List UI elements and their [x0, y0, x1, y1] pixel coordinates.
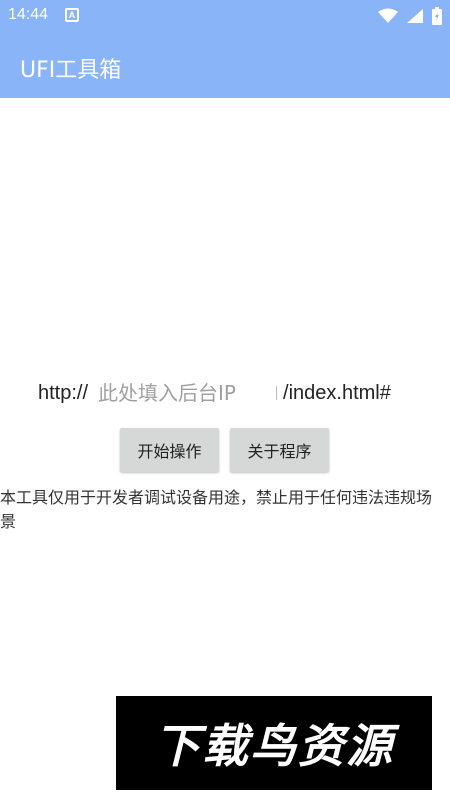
disclaimer-text: 本工具仅用于开发者调试设备用途，禁止用于任何违法违规场景: [0, 488, 433, 531]
url-suffix: /index.html#: [283, 381, 391, 404]
url-prefix: http://: [38, 381, 89, 404]
text-cursor: [276, 386, 278, 400]
watermark-text: 下载鸟资源: [154, 719, 394, 773]
battery-icon: [432, 7, 442, 25]
start-button[interactable]: 开始操作: [120, 428, 219, 472]
backend-ip-input[interactable]: [98, 375, 275, 411]
watermark-logo: 下载鸟资源: [116, 696, 432, 790]
app-bar: UFI工具箱: [0, 32, 450, 98]
status-icons: [378, 6, 442, 26]
status-time: 14:44: [8, 6, 49, 23]
notification-icon: A: [65, 8, 79, 22]
signal-icon: [407, 9, 423, 23]
app-title: UFI工具箱: [20, 58, 122, 83]
app-screen: 14:44 A UFI工具箱 http:// /index.html# 开始操作…: [0, 0, 450, 800]
status-bar: 14:44 A: [0, 0, 450, 32]
about-button[interactable]: 关于程序: [230, 428, 329, 472]
url-row: http:// /index.html#: [38, 374, 391, 412]
wifi-icon: [378, 8, 398, 23]
